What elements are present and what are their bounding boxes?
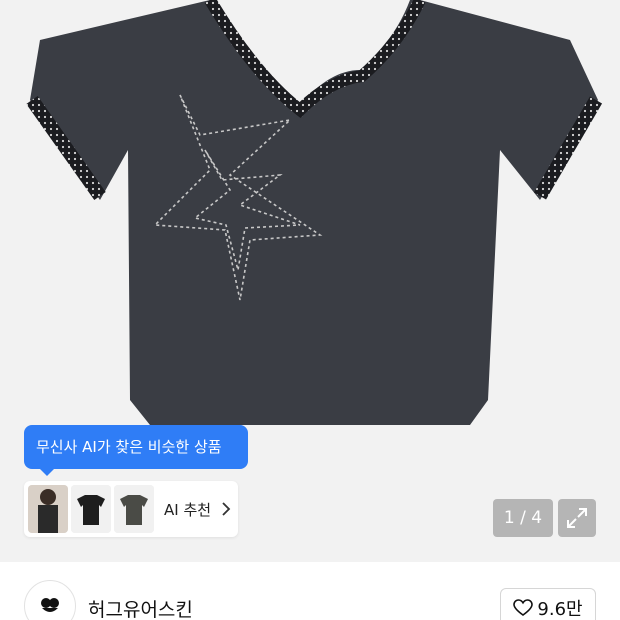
ai-recommend-bar[interactable]: AI 추천 bbox=[24, 481, 238, 537]
chevron-right-icon bbox=[222, 502, 231, 516]
expand-image-button[interactable] bbox=[558, 499, 596, 537]
product-photo-tshirt[interactable] bbox=[0, 0, 620, 562]
like-count: 9.6만 bbox=[537, 599, 583, 620]
ai-similar-products-tooltip[interactable]: 무신사 AI가 찾은 비슷한 상품 bbox=[24, 425, 248, 476]
brand-bar: 허그유어스킨 9.6만 bbox=[0, 562, 620, 620]
brand-logo[interactable] bbox=[24, 580, 76, 620]
expand-icon bbox=[567, 508, 587, 528]
heart-icon bbox=[513, 599, 534, 616]
recommend-thumbnail[interactable] bbox=[114, 485, 154, 533]
brand-logo-icon bbox=[41, 598, 59, 612]
brand-name[interactable]: 허그유어스킨 bbox=[88, 595, 193, 620]
ai-recommend-label: AI 추천 bbox=[164, 500, 212, 519]
like-button[interactable]: 9.6만 bbox=[500, 588, 596, 620]
recommend-thumbnail[interactable] bbox=[71, 485, 111, 533]
recommend-thumbnail[interactable] bbox=[28, 485, 68, 533]
image-counter: 1 / 4 bbox=[493, 499, 553, 537]
product-image-gallery[interactable]: 무신사 AI가 찾은 비슷한 상품 AI 추천 1 / 4 bbox=[0, 0, 620, 562]
